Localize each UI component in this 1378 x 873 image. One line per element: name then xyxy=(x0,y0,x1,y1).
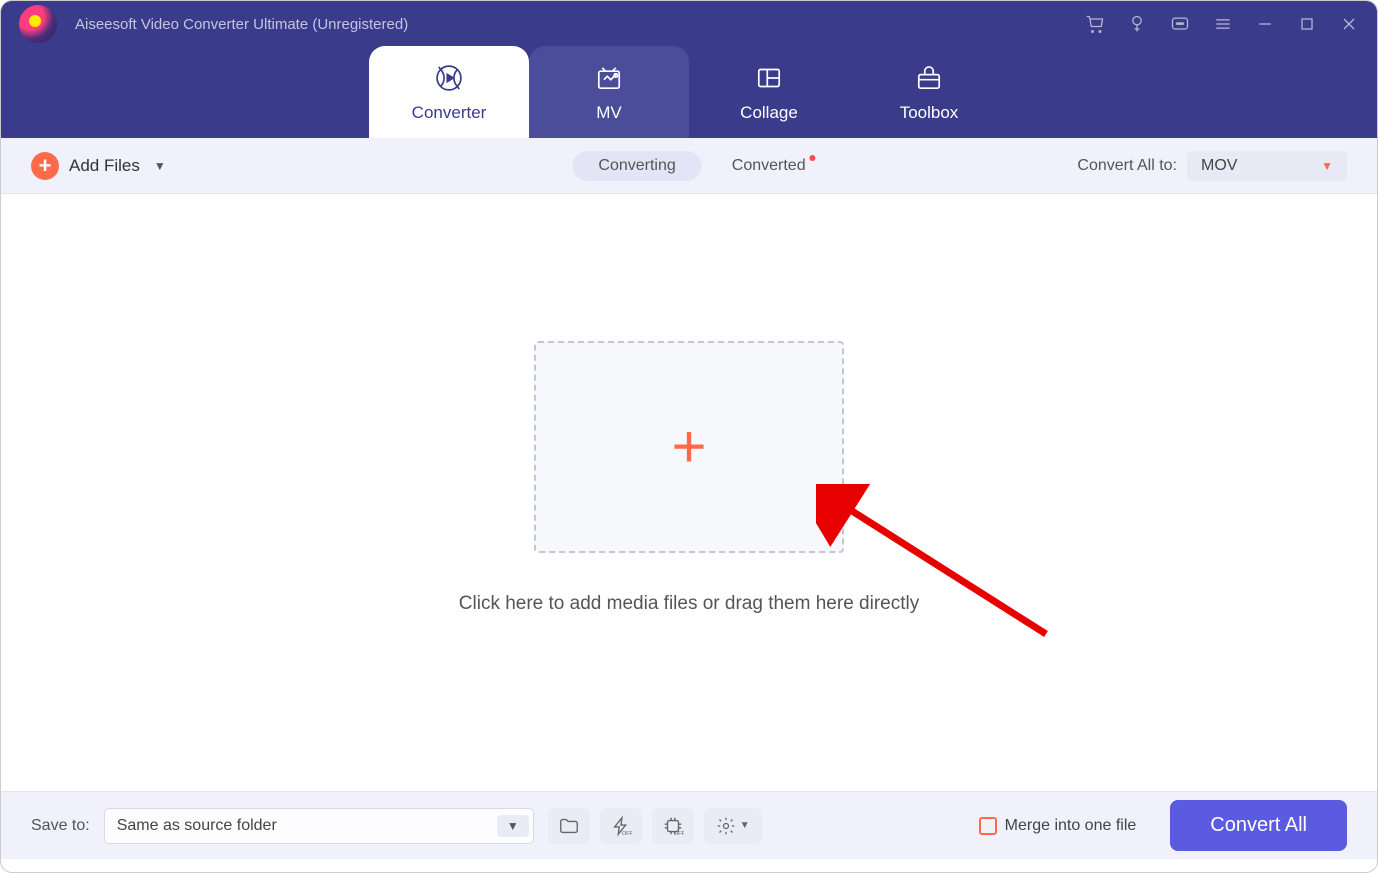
svg-text:OFF: OFF xyxy=(674,831,684,837)
save-to-dropdown[interactable]: Same as source folder ▼ xyxy=(104,808,534,844)
key-icon[interactable] xyxy=(1127,14,1147,34)
caret-down-icon: ▼ xyxy=(1321,159,1333,173)
converted-tab-label: Converted xyxy=(732,157,806,174)
save-to-label: Save to: xyxy=(31,817,90,835)
tab-converter-label: Converter xyxy=(412,103,487,123)
notification-dot-icon xyxy=(810,155,816,161)
checkbox-icon xyxy=(979,817,997,835)
tab-converter[interactable]: Converter xyxy=(369,46,529,138)
app-logo xyxy=(19,5,57,43)
feedback-icon[interactable] xyxy=(1169,14,1191,34)
tab-toolbox-label: Toolbox xyxy=(900,103,959,123)
tab-collage[interactable]: Collage xyxy=(689,46,849,138)
save-to-value: Same as source folder xyxy=(117,817,277,835)
converting-tab[interactable]: Converting xyxy=(572,151,701,181)
add-files-button[interactable]: + Add Files ▼ xyxy=(31,152,166,180)
merge-checkbox-label: Merge into one file xyxy=(1005,817,1137,835)
gpu-accel-button[interactable]: OFF xyxy=(600,808,642,844)
convert-all-to-label: Convert All to: xyxy=(1077,157,1177,175)
minimize-icon[interactable] xyxy=(1255,14,1275,34)
dropzone-text: Click here to add media files or drag th… xyxy=(459,593,919,615)
menu-icon[interactable] xyxy=(1213,14,1233,34)
chevron-down-icon: ▼ xyxy=(497,815,529,837)
convert-all-button[interactable]: Convert All xyxy=(1170,800,1347,851)
svg-text:OFF: OFF xyxy=(622,831,632,837)
annotation-arrow xyxy=(816,484,1066,654)
open-folder-button[interactable] xyxy=(548,808,590,844)
tab-collage-label: Collage xyxy=(740,103,798,123)
hardware-accel-button[interactable]: OFF xyxy=(652,808,694,844)
big-plus-icon: + xyxy=(671,412,706,481)
app-title: Aiseesoft Video Converter Ultimate (Unre… xyxy=(75,16,408,33)
add-files-label: Add Files xyxy=(69,156,140,176)
settings-button[interactable]: ▼ xyxy=(704,808,762,844)
format-selected: MOV xyxy=(1201,157,1237,175)
tab-mv[interactable]: MV xyxy=(529,46,689,138)
format-dropdown[interactable]: MOV ▼ xyxy=(1187,151,1347,181)
add-media-dropzone[interactable]: + xyxy=(534,341,844,553)
close-icon[interactable] xyxy=(1339,14,1359,34)
maximize-icon[interactable] xyxy=(1297,14,1317,34)
merge-checkbox[interactable]: Merge into one file xyxy=(979,817,1137,835)
chevron-down-icon: ▼ xyxy=(740,820,750,831)
tab-mv-label: MV xyxy=(596,103,622,123)
tab-toolbox[interactable]: Toolbox xyxy=(849,46,1009,138)
chevron-down-icon: ▼ xyxy=(154,159,166,173)
plus-icon: + xyxy=(31,152,59,180)
converted-tab[interactable]: Converted xyxy=(732,157,806,175)
cart-icon[interactable] xyxy=(1085,14,1105,34)
